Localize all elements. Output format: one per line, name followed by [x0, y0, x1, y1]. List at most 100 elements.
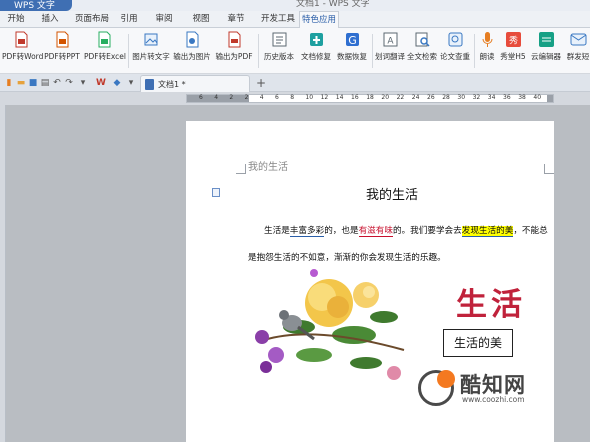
branch — [263, 333, 405, 351]
peony-small — [353, 282, 379, 308]
text-box[interactable]: 生活的美 — [443, 329, 513, 357]
data-recovery-button[interactable]: G 数据恢复 — [334, 31, 370, 71]
page-header[interactable]: 我的生活 — [248, 158, 288, 173]
redo-icon[interactable]: ↷ — [64, 78, 74, 88]
h5-icon: 秀 — [505, 32, 521, 47]
ribbon-button-label: 论文查重 — [440, 52, 470, 61]
margin-corner-right — [544, 164, 554, 174]
vertical-ruler[interactable] — [0, 105, 6, 442]
paragraph-line-2[interactable]: 是抱怨生活的不如意，渐渐的你会发现生活的乐趣。 — [248, 251, 446, 263]
chevron-down-icon[interactable]: ▾ — [126, 78, 136, 88]
ruler-number: 24 — [411, 94, 420, 101]
red-underlined-phrase: 有滋有味 — [358, 226, 393, 237]
tab-developer[interactable]: 开发工具 — [259, 11, 297, 28]
cloud-editor-button[interactable]: 云编辑器 — [528, 31, 564, 71]
ribbon-button-label: 全文检索 — [407, 52, 437, 61]
text-run: 的，也是 — [324, 226, 359, 236]
plagiarism-check-icon — [448, 32, 462, 47]
pdf-to-excel-button[interactable]: PDF转Excel — [84, 31, 126, 71]
inserted-flower-picture[interactable] — [254, 265, 419, 385]
document-icon — [145, 79, 154, 90]
dropdown-icon[interactable]: ▾ — [78, 78, 88, 88]
search-icon — [415, 32, 430, 47]
ribbon-button-label: 数据恢复 — [337, 52, 367, 61]
ruler-number: 34 — [487, 94, 496, 101]
ribbon-button-label: PDF转PPT — [44, 52, 80, 61]
pdf-to-excel-icon — [98, 31, 110, 48]
tab-special-apps[interactable]: 特色应用 — [299, 11, 339, 29]
tab-insert[interactable]: 插入 — [38, 11, 62, 28]
ruler-number: 4 — [259, 94, 264, 101]
ruler-number: 10 — [305, 94, 314, 101]
paragraph-marker-icon[interactable] — [212, 188, 220, 197]
tab-document-1[interactable]: 文档1 * — [140, 75, 250, 92]
cloud-icon[interactable]: ◆ — [112, 78, 122, 88]
ruler-number: 38 — [518, 94, 526, 101]
ruler-number: 12 — [320, 94, 329, 101]
tab-page-layout[interactable]: 页面布局 — [72, 11, 112, 28]
ribbon-button-label: 图片转文字 — [132, 52, 170, 61]
tab-references[interactable]: 引用 — [118, 11, 140, 28]
document-heading[interactable]: 我的生活 — [366, 184, 418, 203]
text-run: 的。我们要学会去 — [392, 226, 462, 236]
h5-button[interactable]: 秀 秀堂H5 — [498, 31, 528, 71]
tab-view[interactable]: 视图 — [190, 11, 212, 28]
ruler-number: 4 — [214, 94, 219, 101]
new-doc-icon[interactable]: ▮ — [4, 78, 14, 88]
wps-logo-icon[interactable]: W — [96, 78, 106, 88]
save-icon[interactable]: ■ — [28, 78, 38, 88]
translate-button[interactable]: A 划词翻译 — [372, 31, 408, 71]
ribbon-button-label: 文档修复 — [301, 52, 331, 61]
ruler-number: 40 — [533, 94, 542, 101]
plagiarism-check-button[interactable]: 论文查重 — [437, 31, 473, 71]
ruler-number: 22 — [396, 94, 405, 101]
peony-large — [305, 279, 353, 327]
ruler-number: 6 — [275, 94, 279, 101]
app-menu-button[interactable]: WPS 文字 — [0, 0, 72, 11]
tab-review[interactable]: 审阅 — [153, 11, 175, 28]
export-image-button[interactable]: 输出为图片 — [172, 31, 212, 71]
watermark-logo-icon — [418, 370, 455, 406]
export-pdf-icon — [228, 31, 240, 48]
repair-button[interactable]: 文档修复 — [298, 31, 334, 71]
read-aloud-button[interactable]: 朗读 — [476, 31, 498, 71]
new-tab-button[interactable]: + — [256, 76, 266, 90]
highlighted-phrase: 发现生活的美 — [461, 226, 514, 237]
print-icon[interactable]: ▤ — [40, 78, 50, 88]
horizontal-ruler[interactable]: 6 4 2 2 4 6 8 10 12 14 16 18 20 22 24 26 28 30 32 34 36 38 40 — [186, 94, 554, 103]
mass-sms-icon — [570, 33, 586, 46]
window-title: 文档1 - WPS 文字 — [296, 0, 370, 9]
mass-sms-button[interactable]: 群发短 — [566, 31, 590, 71]
ruler-number: 32 — [472, 94, 481, 101]
undo-icon[interactable]: ↶ — [52, 78, 62, 88]
image-to-text-button[interactable]: 图片转文字 — [131, 31, 171, 71]
svg-text:G: G — [348, 34, 357, 47]
fulltext-search-button[interactable]: 全文检索 — [404, 31, 440, 71]
underlined-phrase: 丰富多彩 — [289, 226, 325, 237]
ribbon-button-label: 群发短 — [566, 52, 590, 61]
svg-text:A: A — [387, 37, 394, 47]
word-art[interactable]: 生活 — [456, 279, 526, 324]
site-watermark: 酷知网 www.coozhi.com — [418, 370, 588, 410]
export-pdf-button[interactable]: 输出为PDF — [214, 31, 254, 71]
tab-start[interactable]: 开始 — [4, 11, 28, 28]
tab-sections[interactable]: 章节 — [225, 11, 247, 28]
ribbon-button-label: 云编辑器 — [531, 52, 561, 61]
ruler-number: 16 — [351, 94, 359, 101]
ribbon: PDF转Word PDF转PPT PDF转Excel 图片转文字 输出为图片 输… — [0, 28, 590, 74]
document-tab-label: 文档1 * — [158, 80, 186, 89]
pdf-to-word-button[interactable]: PDF转Word — [2, 31, 44, 71]
ruler-number: 28 — [442, 94, 450, 101]
paragraph-line-1[interactable]: 生活是丰富多彩的，也是有滋有味的。我们要学会去发现生活的美，不能总 — [264, 224, 548, 237]
ribbon-button-label: PDF转Word — [2, 52, 44, 61]
pdf-to-ppt-button[interactable]: PDF转PPT — [42, 31, 82, 71]
history-button[interactable]: 历史版本 — [261, 31, 297, 71]
ribbon-button-label: 输出为PDF — [215, 52, 253, 61]
title-bar: WPS 文字 文档1 - WPS 文字 — [0, 0, 590, 11]
open-icon[interactable]: ▬ — [16, 78, 26, 88]
text-run: 生活是 — [264, 226, 290, 236]
menu-bar: 开始 插入 页面布局 引用 审阅 视图 章节 开发工具 特色应用 — [0, 11, 590, 29]
bud — [310, 269, 318, 277]
ruler-number: 36 — [503, 94, 511, 101]
ruler-number: 2 — [229, 94, 234, 101]
